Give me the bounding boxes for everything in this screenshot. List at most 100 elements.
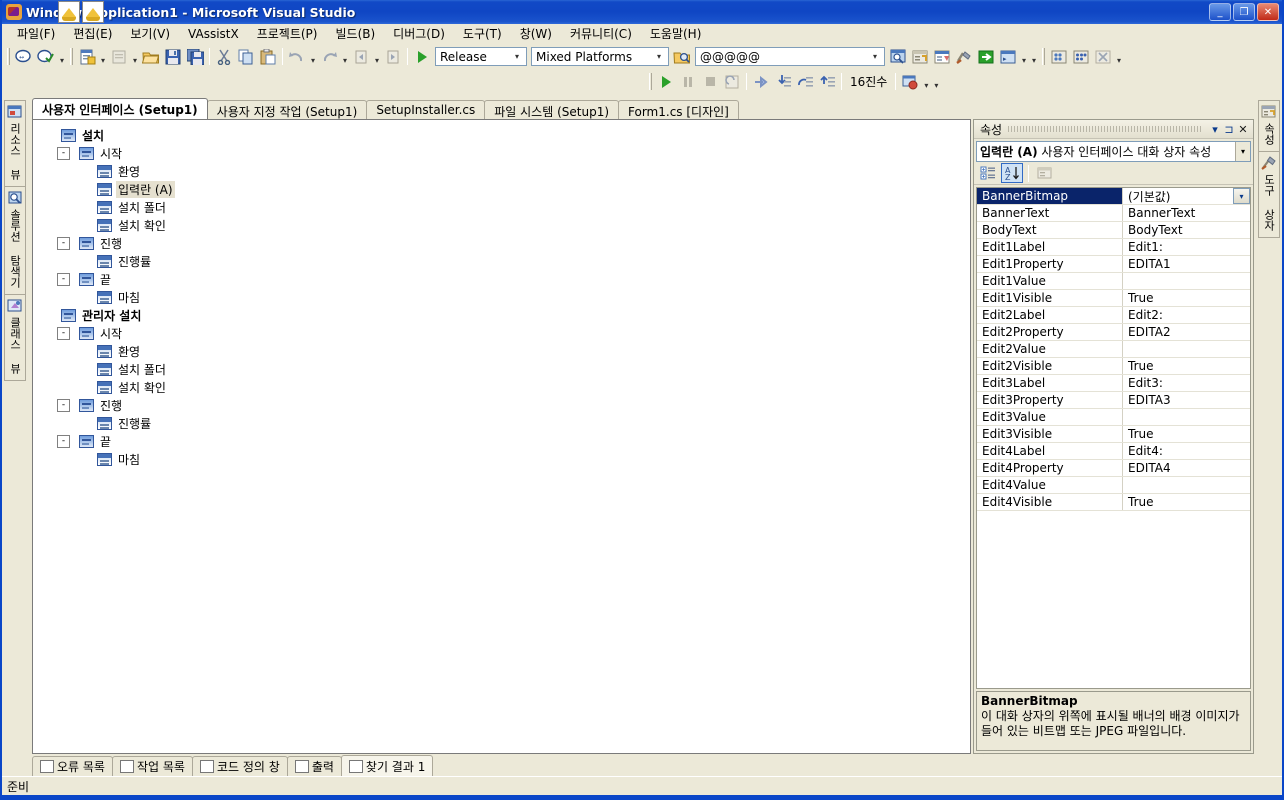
property-value[interactable]: BannerText (1123, 205, 1250, 221)
property-value[interactable]: Edit2: (1123, 307, 1250, 323)
break-all-icon[interactable] (677, 71, 699, 92)
minimize-button[interactable]: _ (1209, 3, 1231, 21)
property-value[interactable]: BodyText (1123, 222, 1250, 238)
tab-form1-designer[interactable]: Form1.cs [디자인] (618, 100, 739, 119)
redo-dropdown[interactable]: ▾ (340, 48, 350, 65)
stop-debug-icon[interactable] (699, 71, 721, 92)
tab-file-system[interactable]: 파일 시스템 (Setup1) (484, 100, 620, 119)
redo-icon[interactable] (318, 46, 340, 67)
show-next-statement-icon[interactable] (750, 71, 772, 92)
undo-dropdown[interactable]: ▾ (308, 48, 318, 65)
breakpoints-icon[interactable] (1048, 46, 1070, 67)
other-windows-icon[interactable]: ▸ (997, 46, 1019, 67)
bottom-tab[interactable]: 작업 목록 (111, 756, 193, 776)
chevron-down-icon-3[interactable]: ▾ (868, 52, 882, 61)
tree-item[interactable]: 관리자 설치 (39, 306, 970, 324)
solution-explorer-icon[interactable] (887, 46, 909, 67)
toolbar-grip-standard[interactable] (70, 48, 73, 65)
add-item-dropdown[interactable]: ▾ (130, 48, 140, 65)
property-row[interactable]: Edit4Label Edit4: (977, 443, 1250, 460)
copy-icon[interactable] (235, 46, 257, 67)
bottom-tab[interactable]: 코드 정의 창 (191, 756, 288, 776)
start-debug-icon[interactable] (411, 46, 433, 67)
open-icon[interactable] (140, 46, 162, 67)
menu-window[interactable]: 창(W) (511, 23, 561, 44)
property-row[interactable]: Edit2Label Edit2: (977, 307, 1250, 324)
property-value[interactable] (1123, 409, 1250, 425)
property-value[interactable]: Edit1: (1123, 239, 1250, 255)
property-value[interactable] (1123, 273, 1250, 289)
tree-expander-icon[interactable]: - (57, 326, 70, 340)
menu-file[interactable]: 파일(F) (8, 23, 64, 44)
paste-icon[interactable] (257, 46, 279, 67)
go-to-icon[interactable] (975, 46, 997, 67)
property-row[interactable]: Edit2Visible True (977, 358, 1250, 375)
property-row[interactable]: Edit1Property EDITA1 (977, 256, 1250, 273)
menu-debug[interactable]: 디버그(D) (384, 23, 454, 44)
maximize-button[interactable]: ❐ (1233, 3, 1255, 21)
sidebar-item-class-view[interactable]: 클래스 뷰 (4, 294, 26, 381)
property-value[interactable]: True (1123, 358, 1250, 374)
menu-tools[interactable]: 도구(T) (454, 23, 511, 44)
navigate-back-dropdown[interactable]: ▾ (372, 48, 382, 65)
tree-expander-icon[interactable]: - (57, 146, 70, 160)
panel-menu-icon[interactable]: ▾ (1208, 123, 1222, 136)
property-row[interactable]: Edit3Value (977, 409, 1250, 426)
new-item-dropdown[interactable]: ▾ (98, 48, 108, 65)
toolbar-overflow-4[interactable]: ▾ (931, 73, 941, 90)
new-item-icon[interactable] (76, 46, 98, 67)
add-item-icon[interactable] (108, 46, 130, 67)
toolbar-overflow-3[interactable]: ▾ (1114, 48, 1124, 65)
toolbar-overflow-2[interactable]: ▾ (1029, 48, 1039, 65)
configuration-combo[interactable]: Release ▾ (435, 47, 527, 66)
tree-item[interactable]: - 진행 (39, 234, 970, 252)
find-in-files-icon[interactable] (671, 46, 693, 67)
sidebar-item-properties[interactable]: 속성 (1258, 100, 1280, 151)
property-row[interactable]: Edit3Visible True (977, 426, 1250, 443)
save-all-icon[interactable] (184, 46, 206, 67)
toolbar-overflow-1[interactable]: ▾ (57, 48, 67, 65)
property-pages-icon[interactable] (1034, 163, 1056, 183)
property-row[interactable]: Edit4Property EDITA4 (977, 460, 1250, 477)
property-value[interactable]: True (1123, 290, 1250, 306)
property-row[interactable]: BodyText BodyText (977, 222, 1250, 239)
hex-display-label[interactable]: 16진수 (845, 73, 892, 90)
close-icon[interactable]: ✕ (1236, 123, 1250, 136)
navigate-forward-icon[interactable] (382, 46, 404, 67)
menu-community[interactable]: 커뮤니티(C) (561, 23, 641, 44)
tree-item[interactable]: 설치 확인 (39, 216, 970, 234)
property-grid[interactable]: BannerBitmap (기본값) ▾ BannerText BannerText Bo… (976, 187, 1251, 689)
property-value[interactable]: EDITA2 (1123, 324, 1250, 340)
tree-expander-icon[interactable]: - (57, 398, 70, 412)
tree-item[interactable]: 진행률 (39, 414, 970, 432)
debug-toolbar-grip[interactable] (649, 73, 652, 90)
property-value[interactable]: True (1123, 494, 1250, 510)
object-selector-combo[interactable]: 입력란 (A) 사용자 인터페이스 대화 상자 속성 ▾ (976, 141, 1251, 162)
property-row[interactable]: BannerText BannerText (977, 205, 1250, 222)
navigate-back-icon[interactable] (350, 46, 372, 67)
tree-item[interactable]: 진행률 (39, 252, 970, 270)
tree-expander-icon[interactable]: - (57, 236, 70, 250)
bottom-tab[interactable]: 출력 (286, 756, 342, 776)
property-row[interactable]: Edit4Visible True (977, 494, 1250, 511)
property-row[interactable]: Edit3Property EDITA3 (977, 392, 1250, 409)
property-value[interactable]: True (1123, 426, 1250, 442)
tree-item[interactable]: 설치 (39, 126, 970, 144)
close-button[interactable]: ✕ (1257, 3, 1279, 21)
watch-icon[interactable] (899, 71, 921, 92)
property-value[interactable]: EDITA3 (1123, 392, 1250, 408)
property-row[interactable]: Edit1Label Edit1: (977, 239, 1250, 256)
tree-expander-icon[interactable]: - (57, 434, 70, 448)
tree-item[interactable]: 설치 확인 (39, 378, 970, 396)
alphabetical-sort-icon[interactable]: AZ (1001, 163, 1023, 183)
continue-icon[interactable] (655, 71, 677, 92)
tree-item[interactable]: - 진행 (39, 396, 970, 414)
toolbar-grip[interactable] (7, 48, 10, 65)
tab-user-interface[interactable]: 사용자 인터페이스 (Setup1) (32, 98, 208, 119)
property-row[interactable]: Edit2Property EDITA2 (977, 324, 1250, 341)
property-row[interactable]: Edit4Value (977, 477, 1250, 494)
properties-window-icon[interactable] (909, 46, 931, 67)
toolbox-icon[interactable] (953, 46, 975, 67)
property-value[interactable] (1123, 477, 1250, 493)
breakpoints-all-icon[interactable] (1070, 46, 1092, 67)
